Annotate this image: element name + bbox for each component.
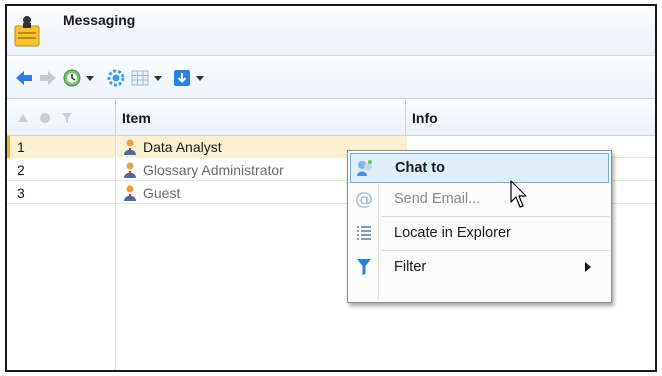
menu-item-label: Send Email... [394, 191, 481, 207]
item-label: Data Analyst [143, 139, 222, 155]
history-icon [63, 69, 81, 87]
user-icon [124, 185, 136, 201]
settings-button[interactable] [107, 68, 125, 88]
grid-header: Item Info [7, 100, 655, 136]
row-number: 1 [7, 136, 115, 158]
view-dropdown[interactable] [131, 68, 162, 88]
menu-item-send-email[interactable]: @ Send Email... [350, 184, 609, 214]
menu-separator [382, 250, 609, 251]
chevron-down-icon [154, 75, 162, 81]
item-label: Glossary Administrator [143, 162, 284, 178]
context-menu: Chat to @ Send Email... Locate in Explor… [347, 150, 612, 303]
table-view-icon [131, 70, 149, 86]
menu-item-filter[interactable]: Filter [350, 252, 609, 282]
at-sign-icon: @ [355, 188, 373, 210]
forward-button[interactable] [39, 68, 57, 88]
back-button[interactable] [15, 68, 33, 88]
filter-icon[interactable] [61, 112, 73, 124]
user-icon [124, 139, 136, 155]
menu-item-chat-to[interactable]: Chat to [350, 153, 609, 183]
messaging-icon [14, 16, 40, 47]
row-number: 3 [17, 185, 25, 201]
window-title: Messaging [63, 12, 136, 28]
download-dropdown[interactable] [173, 68, 204, 88]
back-arrow-icon [16, 71, 32, 85]
status-circle-icon[interactable] [39, 112, 51, 124]
filter-funnel-icon [357, 259, 371, 275]
forward-arrow-icon [40, 71, 56, 85]
menu-separator [382, 216, 609, 217]
title-bar: Messaging [7, 6, 655, 56]
column-header-item[interactable]: Item [115, 100, 405, 136]
sort-up-icon[interactable] [17, 113, 29, 123]
user-icon [124, 162, 136, 178]
download-icon [174, 70, 190, 86]
settings-gear-icon [107, 69, 125, 87]
chevron-down-icon [196, 75, 204, 81]
mouse-cursor-icon [510, 180, 527, 208]
row-number: 2 [17, 162, 25, 178]
menu-item-locate-in-explorer[interactable]: Locate in Explorer [350, 218, 609, 248]
menu-item-label: Filter [394, 259, 427, 275]
menu-item-label: Locate in Explorer [394, 225, 511, 241]
submenu-arrow-icon [585, 262, 591, 272]
item-label: Guest [143, 185, 181, 201]
list-icon [357, 226, 371, 240]
toolbar [7, 57, 655, 99]
history-dropdown[interactable] [63, 68, 94, 88]
chevron-down-icon [86, 75, 94, 81]
menu-item-label: Chat to [395, 160, 445, 176]
header-icons [17, 112, 73, 124]
column-header-info[interactable]: Info [405, 100, 655, 136]
chat-users-icon [357, 160, 372, 176]
